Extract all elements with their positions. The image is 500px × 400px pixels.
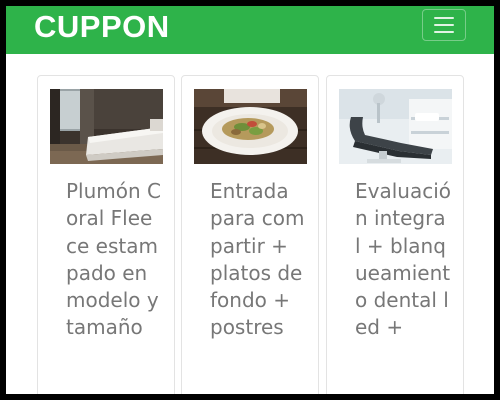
bedroom-bed-photo[interactable]	[50, 89, 163, 164]
menu-toggle-button[interactable]	[422, 9, 466, 41]
product-card[interactable]: Entrada para compartir + platos de fondo…	[181, 75, 319, 394]
bedroom-bed-image	[50, 89, 163, 164]
brand-logo[interactable]: CUPPON	[34, 9, 170, 45]
product-card[interactable]: Plumón Coral Fleece estampado en modelo …	[37, 75, 175, 394]
dental-chair-photo[interactable]	[339, 89, 452, 164]
card-title[interactable]: Evaluación integral + blanqueamiento den…	[355, 178, 451, 342]
navbar: CUPPON	[6, 6, 494, 54]
product-card[interactable]: Evaluación integral + blanqueamiento den…	[326, 75, 464, 394]
card-title[interactable]: Entrada para compartir + platos de fondo…	[210, 178, 306, 342]
food-dish-image	[194, 89, 307, 164]
hamburger-menu-icon	[434, 24, 454, 26]
dental-chair-image	[339, 89, 452, 164]
hamburger-menu-icon	[434, 17, 454, 19]
hamburger-menu-icon	[434, 31, 454, 33]
page-frame: CUPPON Plumón Coral Fleece estampado en …	[6, 6, 494, 394]
plated-food-dish-photo[interactable]	[194, 89, 307, 164]
card-title[interactable]: Plumón Coral Fleece estampado en modelo …	[66, 178, 162, 342]
